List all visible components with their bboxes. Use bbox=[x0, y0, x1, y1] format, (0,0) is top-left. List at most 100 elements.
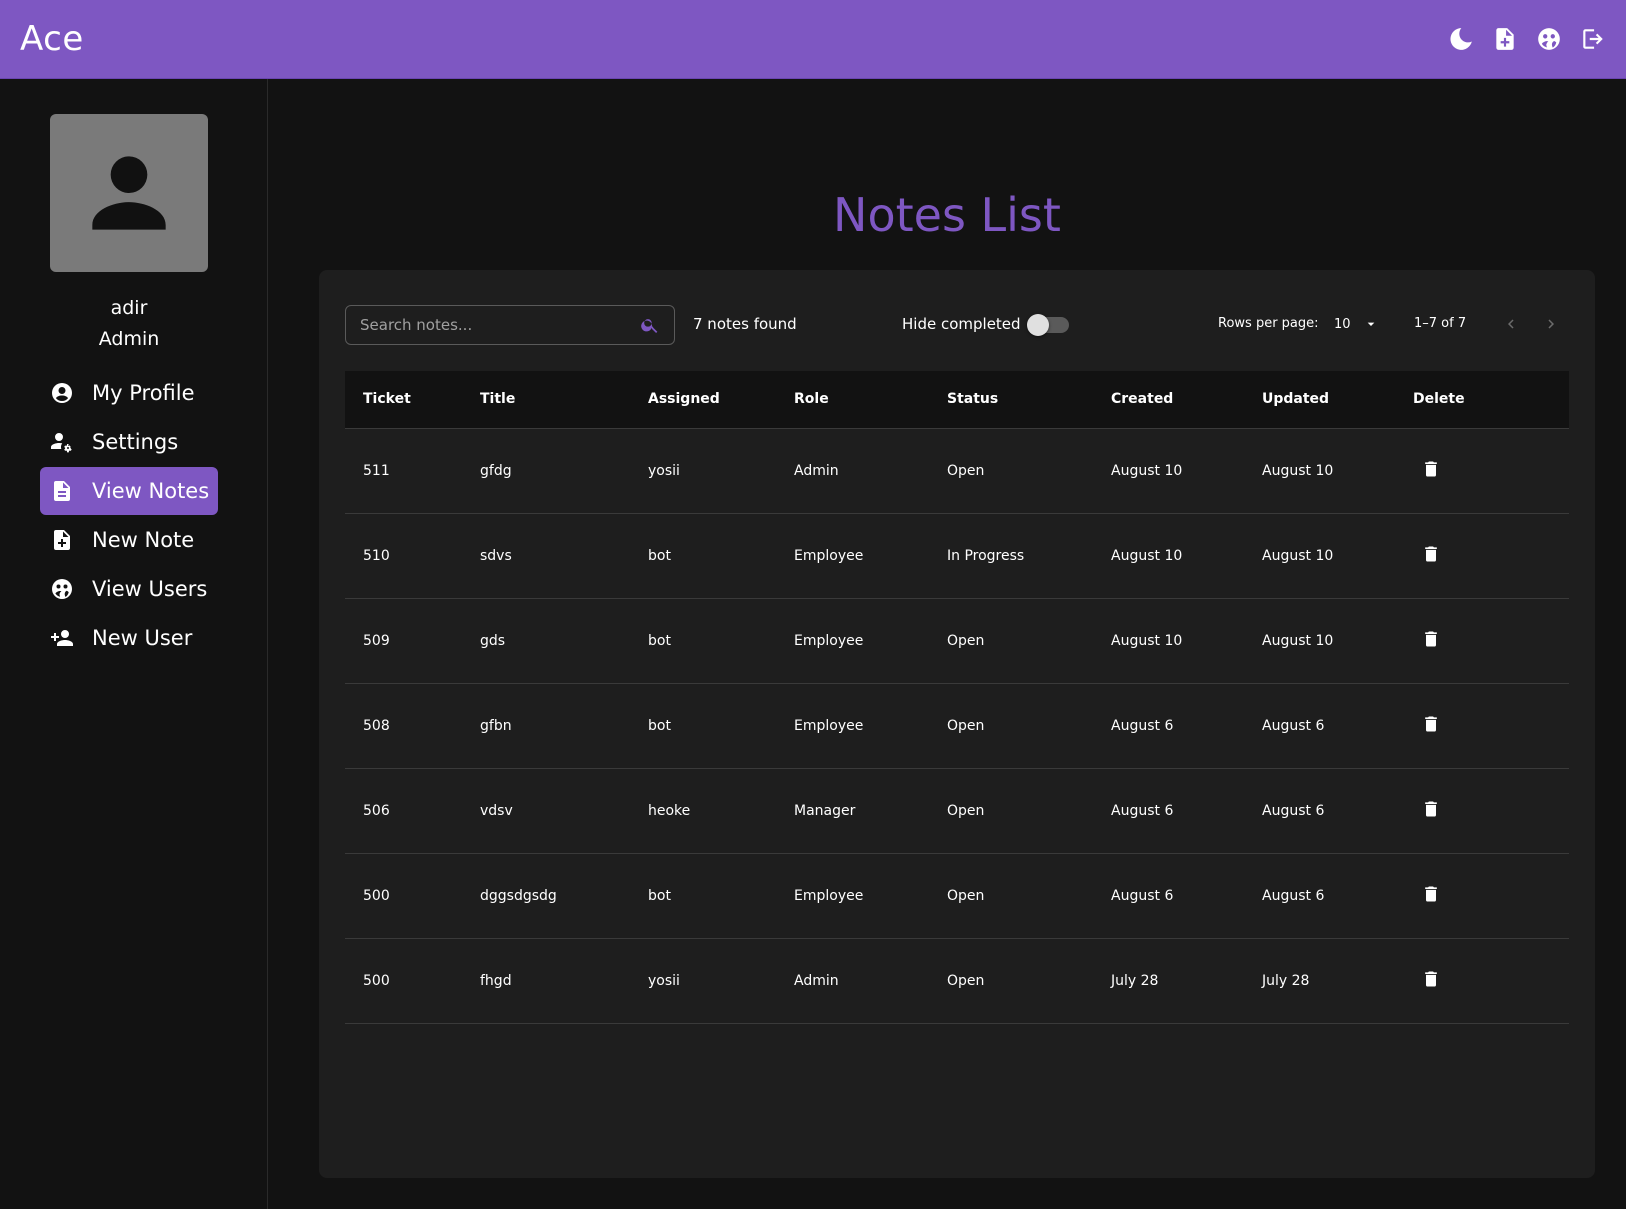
hide-completed-toggle[interactable] bbox=[1027, 314, 1069, 336]
cell-ticket: 510 bbox=[345, 513, 462, 599]
cell-status: Open bbox=[929, 853, 1093, 939]
trash-icon[interactable] bbox=[1421, 969, 1441, 989]
top-actions bbox=[1448, 26, 1606, 52]
search-box bbox=[345, 305, 675, 345]
cell-delete bbox=[1395, 853, 1569, 939]
sidebar: adir Admin My Profile Settings View Note… bbox=[0, 79, 268, 1209]
table-row[interactable]: 511 gfdg yosii Admin Open August 10 August 10 bbox=[345, 428, 1569, 514]
cell-ticket: 511 bbox=[345, 428, 462, 514]
trash-icon[interactable] bbox=[1421, 544, 1441, 564]
table-row[interactable]: 506 vdsv heoke Manager Open August 6 August 6 bbox=[345, 768, 1569, 854]
cell-title: gfbn bbox=[462, 683, 630, 769]
sidebar-item-label: New User bbox=[92, 626, 193, 650]
notes-count: 7 notes found bbox=[693, 315, 797, 333]
table-row[interactable]: 509 gds bot Employee Open August 10 August 10 bbox=[345, 598, 1569, 684]
chevron-left-icon bbox=[1508, 319, 1514, 329]
table-row[interactable]: 508 gfbn bot Employee Open August 6 August 6 bbox=[345, 683, 1569, 769]
note-add-icon bbox=[54, 530, 70, 550]
column-header-created[interactable]: Created bbox=[1093, 371, 1244, 429]
users-icon bbox=[52, 579, 72, 599]
sidebar-item-view-users[interactable]: View Users bbox=[40, 565, 218, 613]
cell-role: Employee bbox=[776, 598, 929, 684]
cell-assigned: bot bbox=[630, 513, 776, 599]
cell-delete bbox=[1395, 513, 1569, 599]
cell-updated: August 6 bbox=[1244, 683, 1395, 769]
toggle-knob bbox=[1027, 314, 1049, 336]
trash-icon[interactable] bbox=[1421, 714, 1441, 734]
page-title: Notes List bbox=[833, 188, 1061, 242]
sidebar-item-label: Settings bbox=[92, 430, 179, 454]
trash-icon[interactable] bbox=[1421, 459, 1441, 479]
table-row[interactable]: 500 dggsdgsdg bot Employee Open August 6 Augus… bbox=[345, 853, 1569, 939]
previous-page-button[interactable] bbox=[1497, 310, 1525, 338]
person-add-icon bbox=[51, 630, 73, 646]
column-header-title[interactable]: Title bbox=[462, 371, 630, 429]
users-icon[interactable] bbox=[1536, 26, 1562, 52]
trash-icon[interactable] bbox=[1421, 884, 1441, 904]
cell-role: Manager bbox=[776, 768, 929, 854]
table-row[interactable]: 510 sdvs bot Employee In Progress August 10 Au… bbox=[345, 513, 1569, 599]
sidebar-item-label: View Users bbox=[92, 577, 208, 601]
sidebar-item-view-notes[interactable]: View Notes bbox=[40, 467, 218, 515]
notes-table: Ticket Title Assigned Role Status Create… bbox=[345, 371, 1569, 1024]
cell-created: July 28 bbox=[1093, 938, 1244, 1024]
column-header-role[interactable]: Role bbox=[776, 371, 929, 429]
cell-ticket: 500 bbox=[345, 853, 462, 939]
column-header-updated[interactable]: Updated bbox=[1244, 371, 1395, 429]
app-brand[interactable]: Ace bbox=[20, 19, 84, 59]
cell-updated: July 28 bbox=[1244, 938, 1395, 1024]
sidebar-item-new-note[interactable]: New Note bbox=[40, 516, 218, 564]
cell-role: Employee bbox=[776, 513, 929, 599]
column-header-delete: Delete bbox=[1395, 371, 1569, 429]
app-bar: Ace bbox=[0, 0, 1626, 79]
cell-title: sdvs bbox=[462, 513, 630, 599]
trash-icon[interactable] bbox=[1421, 629, 1441, 649]
cell-created: August 10 bbox=[1093, 428, 1244, 514]
table-header-row: Ticket Title Assigned Role Status Create… bbox=[345, 371, 1569, 429]
column-header-assigned[interactable]: Assigned bbox=[630, 371, 776, 429]
cell-updated: August 10 bbox=[1244, 513, 1395, 599]
cell-updated: August 6 bbox=[1244, 853, 1395, 939]
trash-icon[interactable] bbox=[1421, 799, 1441, 819]
logout-icon[interactable] bbox=[1580, 26, 1606, 52]
cell-status: Open bbox=[929, 598, 1093, 684]
cell-title: gfdg bbox=[462, 428, 630, 514]
person-icon bbox=[92, 156, 166, 230]
table-row[interactable]: 500 fhgd yosii Admin Open July 28 July 28 bbox=[345, 938, 1569, 1024]
moon-icon[interactable] bbox=[1448, 26, 1474, 52]
chevron-right-icon bbox=[1548, 319, 1554, 329]
cell-created: August 10 bbox=[1093, 598, 1244, 684]
cell-delete bbox=[1395, 768, 1569, 854]
search-icon[interactable] bbox=[640, 315, 660, 335]
caret-down-icon bbox=[1367, 322, 1374, 326]
column-header-status[interactable]: Status bbox=[929, 371, 1093, 429]
cell-created: August 6 bbox=[1093, 683, 1244, 769]
cell-role: Employee bbox=[776, 853, 929, 939]
sidebar-item-new-user[interactable]: New User bbox=[40, 614, 218, 662]
cell-title: fhgd bbox=[462, 938, 630, 1024]
cell-delete bbox=[1395, 683, 1569, 769]
sidebar-item-settings[interactable]: Settings bbox=[40, 418, 218, 466]
user-settings-icon bbox=[51, 433, 72, 453]
sidebar-item-label: View Notes bbox=[92, 479, 210, 503]
cell-assigned: yosii bbox=[630, 428, 776, 514]
cell-delete bbox=[1395, 428, 1569, 514]
cell-title: dggsdgsdg bbox=[462, 853, 630, 939]
cell-role: Admin bbox=[776, 938, 929, 1024]
hide-completed-label: Hide completed bbox=[902, 315, 1021, 333]
rows-per-page-select[interactable]: 10 bbox=[1334, 311, 1394, 337]
search-input[interactable] bbox=[360, 316, 640, 334]
cell-status: Open bbox=[929, 428, 1093, 514]
next-page-button[interactable] bbox=[1537, 310, 1565, 338]
new-note-icon[interactable] bbox=[1492, 26, 1518, 52]
cell-assigned: bot bbox=[630, 853, 776, 939]
sidebar-item-my-profile[interactable]: My Profile bbox=[40, 369, 218, 417]
sidebar-item-label: New Note bbox=[92, 528, 195, 552]
column-header-ticket[interactable]: Ticket bbox=[345, 371, 462, 429]
avatar bbox=[50, 114, 208, 272]
account-circle-icon bbox=[52, 383, 72, 403]
cell-assigned: heoke bbox=[630, 768, 776, 854]
note-icon bbox=[54, 481, 70, 501]
cell-title: gds bbox=[462, 598, 630, 684]
cell-assigned: yosii bbox=[630, 938, 776, 1024]
